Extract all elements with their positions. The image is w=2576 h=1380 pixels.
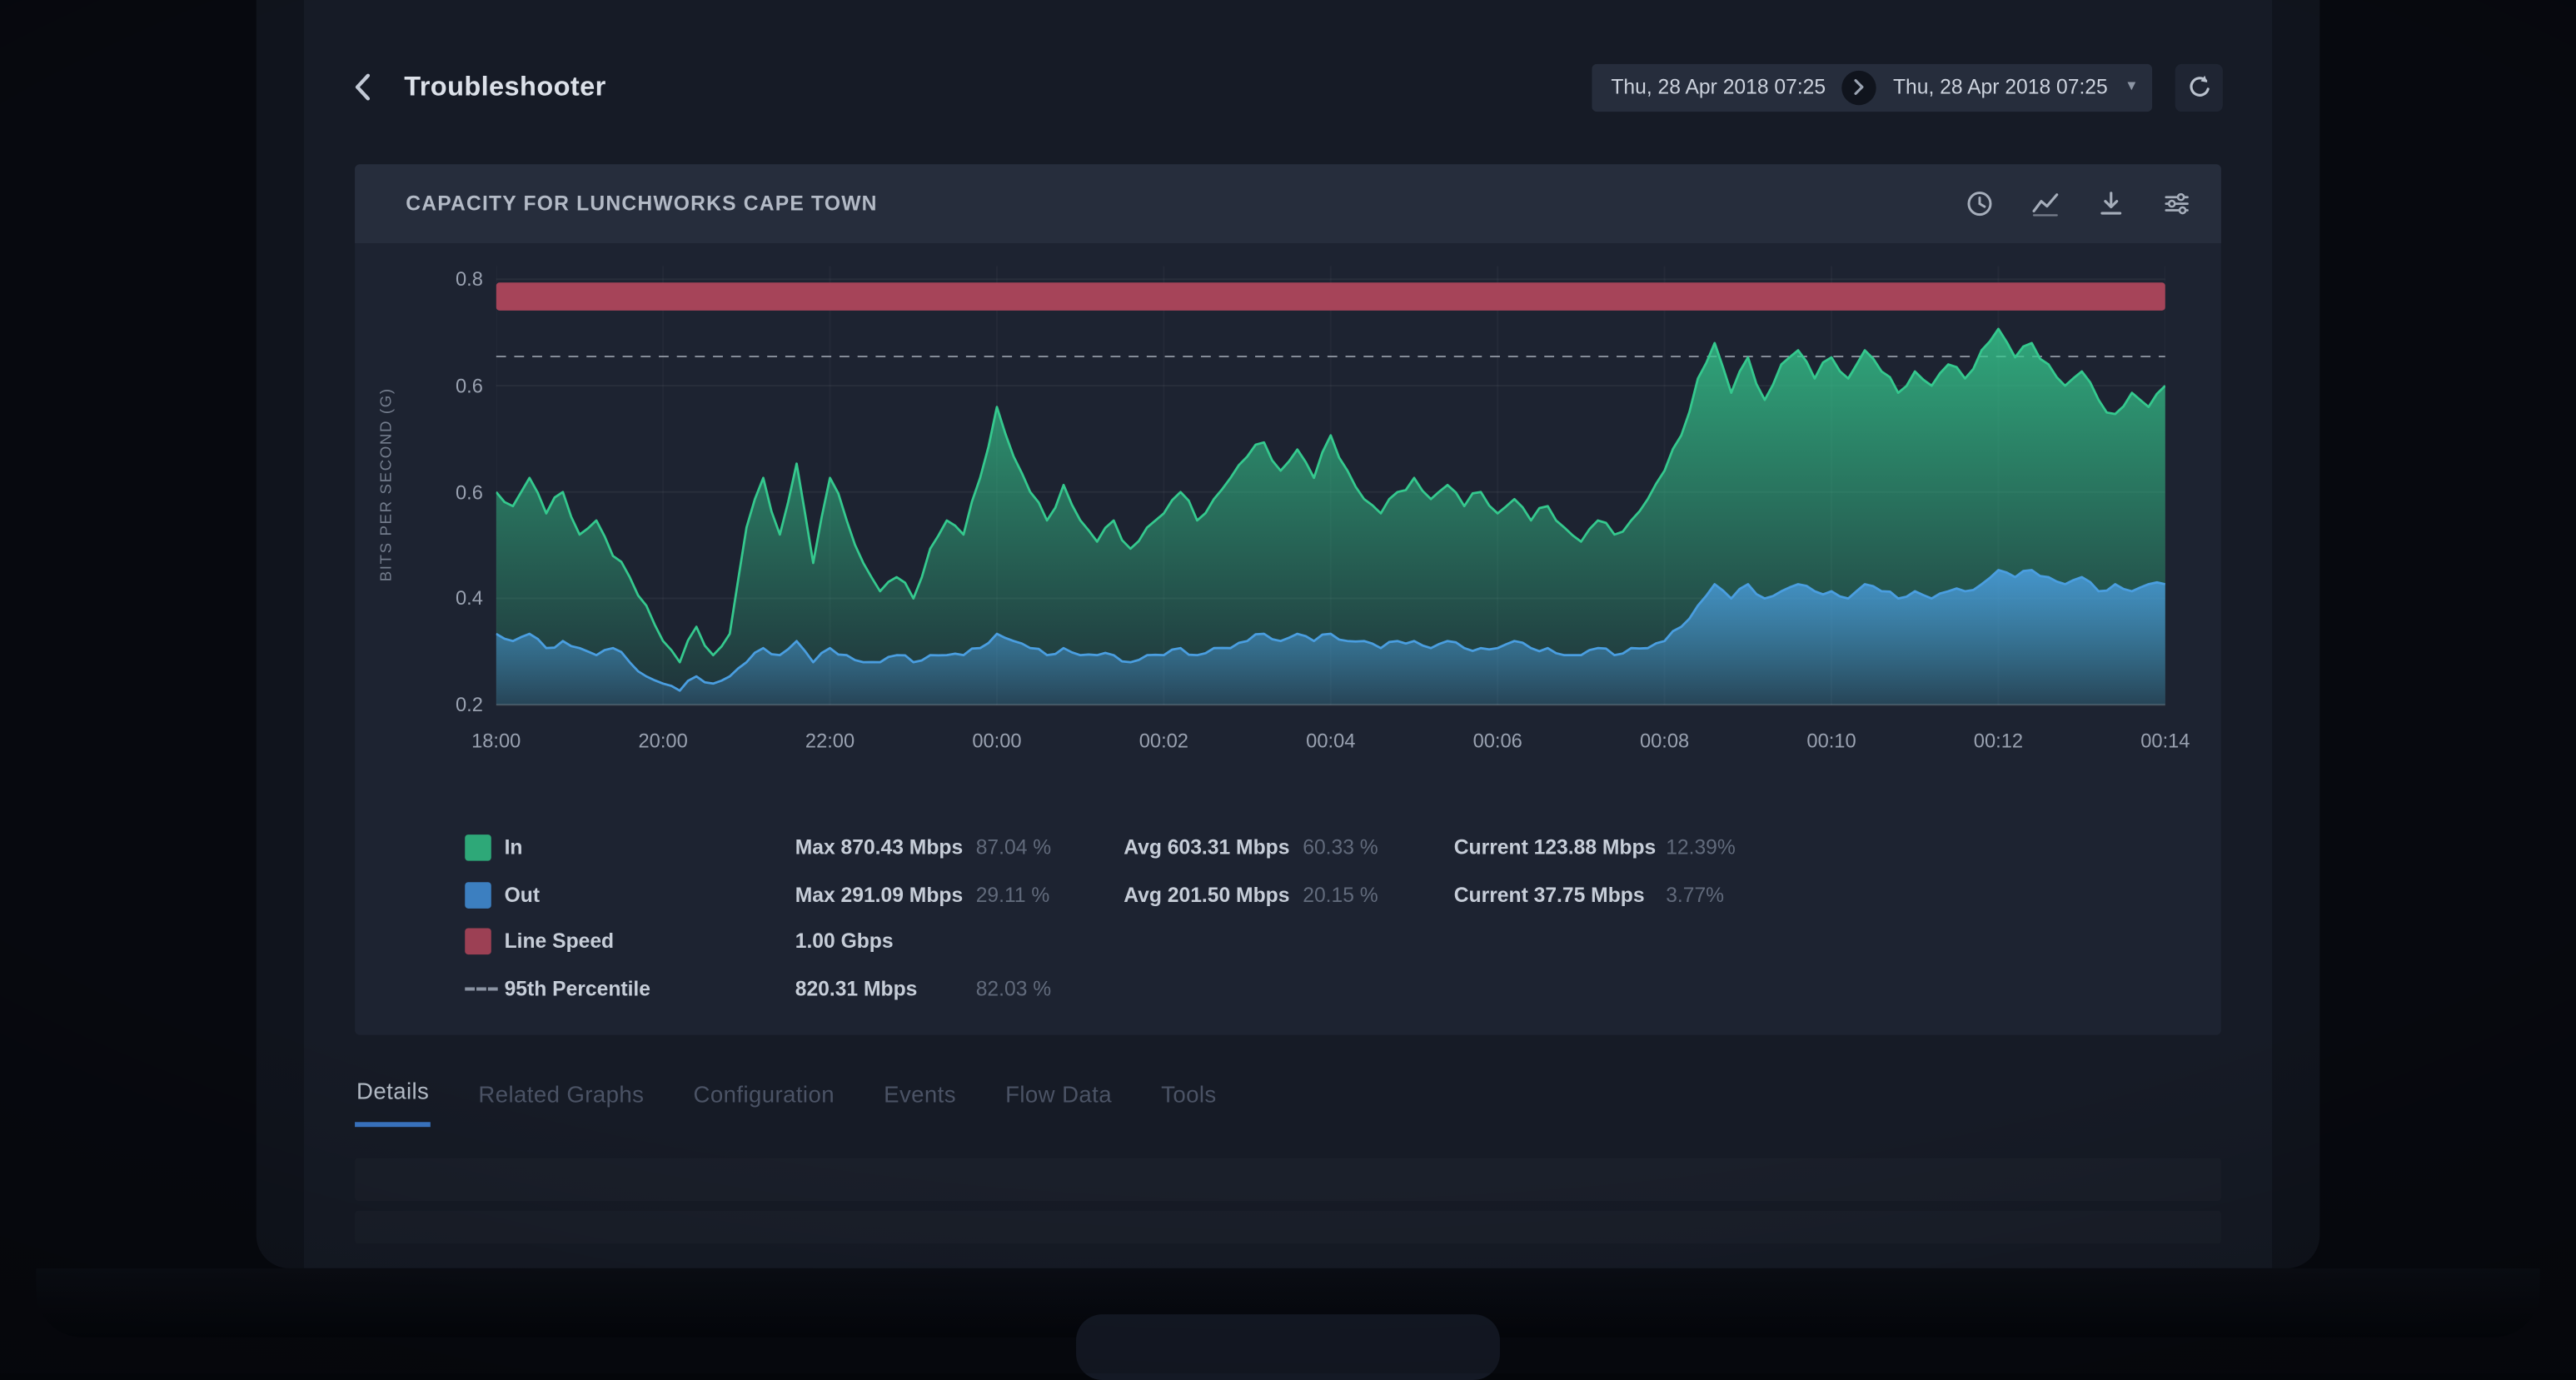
legend-row-line-speed: Line Speed1.00 Gbps <box>465 919 2172 965</box>
y-tick-label: 0.8 <box>417 268 483 291</box>
y-tick-label: 0.6 <box>417 374 483 397</box>
laptop-hinge-notch <box>1076 1314 1500 1380</box>
legend-current: Current 123.88 Mbps <box>1454 837 1666 860</box>
back-button[interactable] <box>350 69 375 105</box>
chart-legend: InMax 870.43 Mbps87.04 %Avg 603.31 Mbps6… <box>465 825 2172 1012</box>
legend-current-pct: 12.39% <box>1666 837 2172 860</box>
legend-max-pct: 87.04 % <box>976 837 1124 860</box>
y-tick-label: 0.4 <box>417 587 483 610</box>
laptop-screen: Troubleshooter Thu, 28 Apr 2018 07:25 Th… <box>257 0 2320 1268</box>
x-tick-label: 00:02 <box>1139 730 1188 753</box>
tab-configuration[interactable]: Configuration <box>692 1078 836 1127</box>
x-tick-label: 00:10 <box>1806 730 1856 753</box>
line-chart-icon <box>2030 189 2060 219</box>
card-title: CAPACITY FOR LUNCHWORKS CAPE TOWN <box>406 192 877 216</box>
capacity-chart[interactable] <box>496 263 2165 707</box>
legend-current: Current 37.75 Mbps <box>1454 884 1666 907</box>
legend-swatch[interactable] <box>465 835 504 862</box>
x-tick-label: 00:04 <box>1306 730 1355 753</box>
capacity-card: CAPACITY FOR LUNCHWORKS CAPE TOWN <box>355 164 2221 1034</box>
refresh-icon <box>2186 74 2213 101</box>
chevron-right-icon <box>1854 79 1866 96</box>
y-axis-title: BITS PER SECOND (G) <box>378 263 396 707</box>
legend-series-label[interactable]: Out <box>505 884 795 907</box>
legend-swatch[interactable] <box>465 882 504 909</box>
legend-swatch[interactable] <box>465 929 504 955</box>
history-icon <box>1965 189 1995 219</box>
history-button[interactable] <box>1965 189 1995 219</box>
detail-tabs: Details Related Graphs Configuration Events… <box>355 1078 1218 1127</box>
legend-series-label[interactable]: In <box>505 837 795 860</box>
refresh-button[interactable] <box>2175 63 2223 111</box>
x-tick-label: 00:00 <box>972 730 1021 753</box>
x-tick-label: 00:14 <box>2140 730 2190 753</box>
legend-row-out: OutMax 291.09 Mbps29.11 %Avg 201.50 Mbps… <box>465 871 2172 918</box>
legend-max-pct: 82.03 % <box>976 977 1124 1000</box>
legend-row-in: InMax 870.43 Mbps87.04 %Avg 603.31 Mbps6… <box>465 825 2172 871</box>
download-icon <box>2096 189 2126 219</box>
tab-related-graphs[interactable]: Related Graphs <box>476 1078 645 1127</box>
legend-avg-pct: 20.15 % <box>1303 884 1453 907</box>
caret-down-icon: ▾ <box>2127 79 2135 96</box>
x-tick-label: 22:00 <box>805 730 855 753</box>
date-from: Thu, 28 Apr 2018 07:25 <box>1611 76 1826 99</box>
y-tick-label: 0.6 <box>417 481 483 504</box>
legend-avg-pct: 60.33 % <box>1303 837 1453 860</box>
x-tick-label: 00:12 <box>1974 730 2023 753</box>
dashed-line-swatch <box>465 987 497 990</box>
chart-settings-button[interactable] <box>2162 189 2192 219</box>
laptop-base <box>36 1268 2539 1338</box>
top-bar: Troubleshooter Thu, 28 Apr 2018 07:25 Th… <box>304 54 2272 120</box>
chevron-left-icon <box>353 72 371 102</box>
legend-max: Max 870.43 Mbps <box>795 837 976 860</box>
color-swatch <box>465 835 491 862</box>
page-title: Troubleshooter <box>404 72 605 102</box>
app-window: Troubleshooter Thu, 28 Apr 2018 07:25 Th… <box>304 0 2272 1268</box>
tab-tools[interactable]: Tools <box>1159 1078 1218 1127</box>
legend-current-pct: 3.77% <box>1666 884 2172 907</box>
tab-details[interactable]: Details <box>355 1078 431 1127</box>
sliders-icon <box>2162 189 2192 219</box>
legend-max-pct: 29.11 % <box>976 884 1124 907</box>
chart-area: BITS PER SECOND (G) 0.8 0.6 0.6 0.4 0.2 18:00… <box>355 243 2221 755</box>
legend-swatch[interactable] <box>465 987 504 990</box>
card-header: CAPACITY FOR LUNCHWORKS CAPE TOWN <box>355 164 2221 243</box>
legend-series-label[interactable]: Line Speed <box>505 930 795 954</box>
tab-events[interactable]: Events <box>882 1078 958 1127</box>
legend-avg: Avg 201.50 Mbps <box>1124 884 1303 907</box>
laptop-mockup: Troubleshooter Thu, 28 Apr 2018 07:25 Th… <box>0 0 2576 1373</box>
legend-row-95th-percentile: 95th Percentile820.31 Mbps82.03 % <box>465 965 2172 1012</box>
legend-max: Max 291.09 Mbps <box>795 884 976 907</box>
download-button[interactable] <box>2096 189 2126 219</box>
line-chart-button[interactable] <box>2030 189 2060 219</box>
date-range-picker[interactable]: Thu, 28 Apr 2018 07:25 Thu, 28 Apr 2018 … <box>1592 63 2152 111</box>
tab-flow-data[interactable]: Flow Data <box>1004 1078 1114 1127</box>
content-placeholder-row <box>355 1158 2221 1201</box>
legend-max: 1.00 Gbps <box>795 930 976 954</box>
x-tick-label: 20:00 <box>639 730 688 753</box>
legend-series-label[interactable]: 95th Percentile <box>505 977 795 1000</box>
color-swatch <box>465 929 491 955</box>
date-forward-button[interactable] <box>1842 70 1876 104</box>
x-tick-label: 18:00 <box>471 730 521 753</box>
legend-avg: Avg 603.31 Mbps <box>1124 837 1303 860</box>
color-swatch <box>465 882 491 909</box>
x-tick-label: 00:08 <box>1640 730 1689 753</box>
x-tick-label: 00:06 <box>1473 730 1522 753</box>
card-toolbar <box>1965 189 2191 219</box>
legend-max: 820.31 Mbps <box>795 977 976 1000</box>
y-tick-label: 0.2 <box>417 693 483 716</box>
content-placeholder-row <box>355 1211 2221 1243</box>
date-to: Thu, 28 Apr 2018 07:25 <box>1893 76 2108 99</box>
